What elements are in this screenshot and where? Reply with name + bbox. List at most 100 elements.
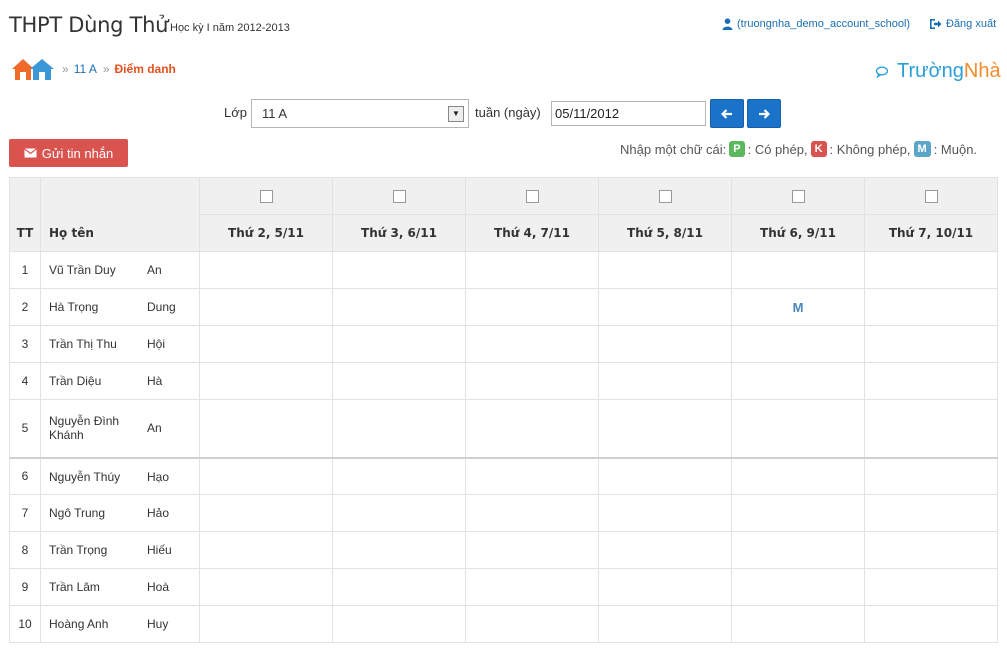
select-day-checkbox[interactable] — [924, 190, 938, 203]
attendance-cell[interactable] — [598, 362, 732, 400]
attendance-cell[interactable] — [598, 531, 732, 569]
user-account-link[interactable]: (truongnha_demo_account_school) — [722, 18, 910, 30]
attendance-cell[interactable] — [465, 494, 599, 532]
attendance-cell[interactable] — [864, 399, 998, 459]
attendance-cell[interactable] — [199, 288, 333, 326]
attendance-cell[interactable] — [465, 362, 599, 400]
attendance-cell[interactable] — [465, 531, 599, 569]
attendance-cell[interactable] — [332, 457, 466, 495]
student-first-name: Hà — [147, 374, 163, 389]
attendance-cell[interactable] — [332, 494, 466, 532]
breadcrumb-class-link[interactable]: 11 A — [74, 62, 97, 76]
attendance-cell[interactable] — [731, 457, 865, 495]
attendance-cell[interactable]: M — [731, 288, 865, 326]
select-day-checkbox[interactable] — [392, 190, 406, 203]
attendance-cell[interactable] — [731, 325, 865, 363]
attendance-cell[interactable] — [598, 568, 732, 606]
previous-week-button[interactable] — [710, 99, 744, 128]
attendance-cell[interactable] — [864, 494, 998, 532]
logout-link[interactable]: Đăng xuất — [929, 18, 996, 30]
select-day-checkbox[interactable] — [259, 190, 273, 203]
breadcrumb-separator: » — [62, 62, 69, 76]
attendance-cell[interactable] — [199, 605, 333, 643]
attendance-cell[interactable] — [465, 605, 599, 643]
attendance-cell[interactable] — [864, 605, 998, 643]
attendance-cell[interactable] — [199, 325, 333, 363]
select-day-checkbox[interactable] — [791, 190, 805, 203]
student-first-name: Hảo — [147, 506, 170, 521]
attendance-cell[interactable] — [864, 288, 998, 326]
attendance-cell[interactable] — [598, 251, 732, 289]
attendance-cell[interactable] — [199, 531, 333, 569]
brand-name-part2: Nhà — [963, 60, 1001, 82]
attendance-cell[interactable] — [731, 399, 865, 459]
attendance-cell[interactable] — [465, 457, 599, 495]
attendance-cell[interactable] — [465, 325, 599, 363]
attendance-cell[interactable] — [199, 457, 333, 495]
attendance-table: TT Họ tên Thứ 2, 5/11 Thứ 3, 6/11 Thứ 4,… — [9, 177, 998, 643]
column-header-day: Thứ 6, 9/11 — [731, 214, 865, 252]
attendance-cell[interactable] — [598, 494, 732, 532]
attendance-cell[interactable] — [731, 531, 865, 569]
chat-bubble-icon — [875, 66, 889, 78]
table-row: 2 Hà Trọng Dung M — [9, 288, 998, 326]
table-row: 4 Trần Diệu Hà — [9, 362, 998, 400]
select-day-checkbox[interactable] — [658, 190, 672, 203]
attendance-cell[interactable] — [864, 457, 998, 495]
attendance-cell[interactable] — [864, 251, 998, 289]
attendance-cell[interactable] — [332, 605, 466, 643]
badge-late: M — [913, 141, 931, 157]
day-checkbox-cell — [465, 177, 599, 215]
attendance-cell[interactable] — [864, 568, 998, 606]
attendance-cell[interactable] — [864, 531, 998, 569]
attendance-cell[interactable] — [465, 568, 599, 606]
attendance-cell[interactable] — [332, 399, 466, 459]
week-label: tuần (ngày) — [475, 105, 541, 120]
attendance-cell[interactable] — [332, 568, 466, 606]
attendance-cell[interactable] — [731, 494, 865, 532]
attendance-cell[interactable] — [598, 457, 732, 495]
attendance-cell[interactable] — [731, 605, 865, 643]
row-number: 7 — [9, 494, 41, 532]
user-icon — [722, 18, 733, 30]
legend-unexcused-text: : Không phép, — [829, 141, 911, 157]
class-select-value: 11 A — [262, 106, 288, 121]
student-name-cell: Nguyễn Đình Khánh An — [40, 399, 200, 459]
attendance-cell[interactable] — [465, 399, 599, 459]
attendance-cell[interactable] — [332, 251, 466, 289]
class-select[interactable]: 11 A ▼ — [251, 99, 469, 128]
attendance-cell[interactable] — [864, 325, 998, 363]
attendance-cell[interactable] — [731, 568, 865, 606]
next-week-button[interactable] — [747, 99, 781, 128]
send-message-label: Gửi tin nhắn — [41, 145, 114, 161]
attendance-cell[interactable] — [598, 605, 732, 643]
brand-logo[interactable]: TrườngNhà — [875, 60, 1001, 83]
attendance-cell[interactable] — [199, 568, 333, 606]
attendance-cell[interactable] — [465, 251, 599, 289]
row-number: 4 — [9, 362, 41, 400]
attendance-cell[interactable] — [332, 288, 466, 326]
attendance-cell[interactable] — [598, 399, 732, 459]
attendance-cell[interactable] — [598, 288, 732, 326]
attendance-cell[interactable] — [199, 399, 333, 459]
student-last-name: Trần Lâm — [49, 580, 100, 595]
attendance-cell[interactable] — [199, 251, 333, 289]
send-message-button[interactable]: Gửi tin nhắn — [9, 139, 128, 167]
home-icon[interactable] — [10, 57, 56, 81]
attendance-cell[interactable] — [199, 362, 333, 400]
attendance-cell[interactable] — [731, 251, 865, 289]
day-checkbox-cell — [598, 177, 732, 215]
attendance-cell[interactable] — [332, 531, 466, 569]
attendance-cell[interactable] — [465, 288, 599, 326]
attendance-cell[interactable] — [731, 362, 865, 400]
student-last-name: Hoàng Anh — [49, 617, 109, 632]
attendance-cell[interactable] — [864, 362, 998, 400]
select-day-checkbox[interactable] — [525, 190, 539, 203]
attendance-cell[interactable] — [598, 325, 732, 363]
week-date-input[interactable] — [551, 101, 706, 126]
column-header-day: Thứ 5, 8/11 — [598, 214, 732, 252]
attendance-cell[interactable] — [332, 362, 466, 400]
attendance-cell[interactable] — [332, 325, 466, 363]
dropdown-arrow-icon[interactable]: ▼ — [448, 106, 464, 122]
attendance-cell[interactable] — [199, 494, 333, 532]
